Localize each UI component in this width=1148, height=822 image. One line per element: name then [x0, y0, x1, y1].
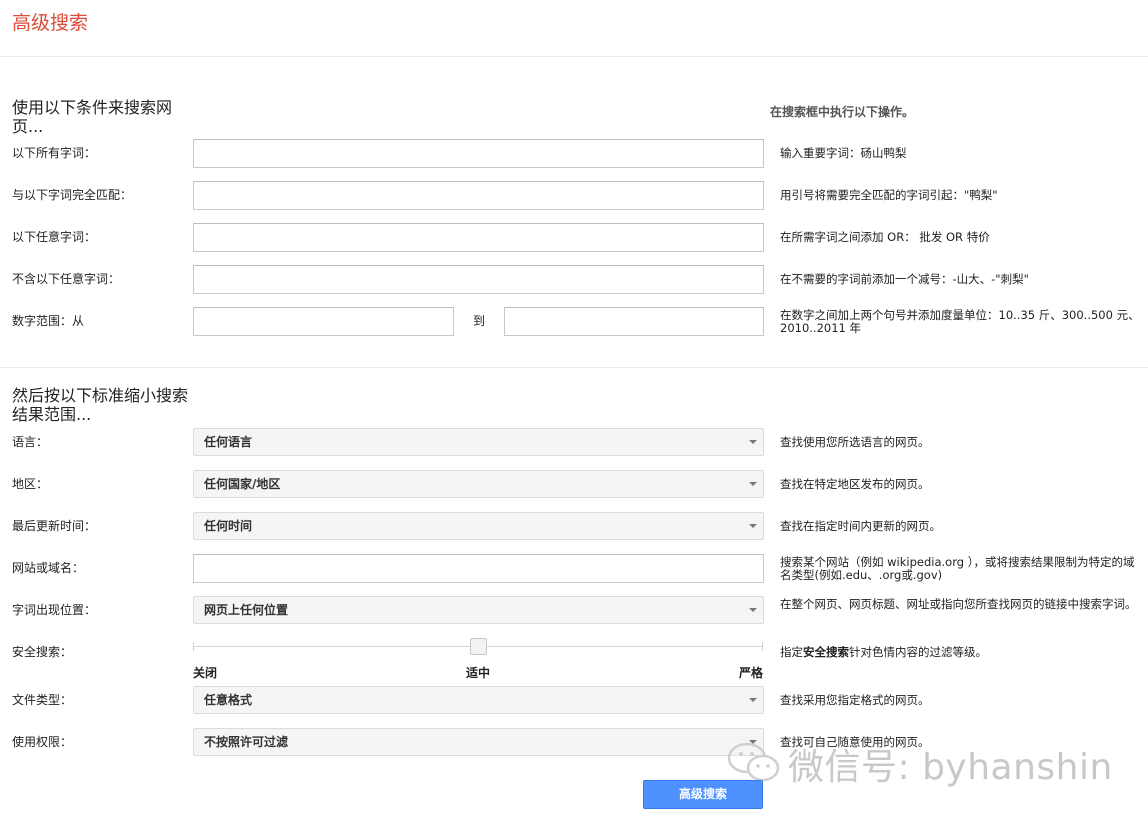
- terms-position-select[interactable]: 网页上任何位置: [193, 596, 764, 624]
- last-update-hint: 查找在指定时间内更新的网页。: [780, 519, 941, 533]
- chevron-down-icon: [749, 698, 757, 702]
- watermark-text: 微信号: byhanshin: [788, 747, 1113, 788]
- number-range-label: 数字范围：从: [12, 314, 85, 328]
- usage-rights-label: 使用权限：: [12, 735, 73, 749]
- range-from-input[interactable]: [193, 307, 454, 336]
- file-type-label: 文件类型：: [12, 693, 73, 707]
- any-words-hint: 在所需字词之间添加 OR： 批发 OR 特价: [780, 230, 990, 244]
- section-heading-narrow: 然后按以下标准缩小搜索结果范围...: [12, 386, 189, 424]
- advanced-search-button[interactable]: 高级搜索: [643, 780, 763, 809]
- file-type-selected-value: 任意格式: [204, 693, 253, 707]
- terms-position-hint: 在整个网页、网页标题、网址或指向您所查找网页的链接中搜索字词。: [780, 597, 1137, 611]
- usage-rights-selected-value: 不按照许可过滤: [204, 735, 289, 749]
- chevron-down-icon: [749, 440, 757, 444]
- file-type-hint: 查找采用您指定格式的网页。: [780, 693, 930, 707]
- last-update-label: 最后更新时间：: [12, 519, 97, 533]
- chevron-down-icon: [749, 608, 757, 612]
- section-heading-criteria: 使用以下条件来搜索网页...: [12, 98, 173, 136]
- header-divider: [0, 56, 1148, 57]
- section-divider: [0, 367, 1148, 368]
- range-to-input[interactable]: [504, 307, 764, 336]
- site-label: 网站或域名：: [12, 561, 85, 575]
- last-update-select[interactable]: 任何时间: [193, 512, 764, 540]
- page-title: 高级搜索: [12, 12, 89, 34]
- slider-stop-strict: 严格: [739, 666, 764, 680]
- number-range-hint: 在数字之间加上两个句号并添加度量单位：10..35 斤、300..500 元、2…: [780, 308, 1140, 335]
- exact-phrase-input[interactable]: [193, 181, 764, 210]
- terms-position-label: 字词出现位置：: [12, 603, 97, 617]
- range-to-label: 到: [473, 314, 486, 328]
- chevron-down-icon: [749, 482, 757, 486]
- none-words-hint: 在不需要的字词前添加一个减号：-山大、-"刺梨": [780, 272, 1029, 286]
- any-words-input[interactable]: [193, 223, 764, 252]
- slider-tick: [193, 642, 194, 651]
- region-hint: 查找在特定地区发布的网页。: [780, 477, 930, 491]
- terms-position-selected-value: 网页上任何位置: [204, 603, 289, 617]
- exact-phrase-label: 与以下字词完全匹配：: [12, 188, 133, 202]
- region-selected-value: 任何国家/地区: [204, 477, 281, 491]
- chevron-down-icon: [749, 524, 757, 528]
- language-label: 语言：: [12, 435, 49, 449]
- region-select[interactable]: 任何国家/地区: [193, 470, 764, 498]
- slider-stop-moderate: 适中: [466, 666, 491, 680]
- hint-heading: 在搜索框中执行以下操作。: [770, 105, 915, 119]
- any-words-label: 以下任意字词：: [12, 230, 97, 244]
- file-type-select[interactable]: 任意格式: [193, 686, 764, 714]
- language-select[interactable]: 任何语言: [193, 428, 764, 456]
- slider-stop-off: 关闭: [193, 666, 218, 680]
- language-selected-value: 任何语言: [204, 435, 253, 449]
- slider-tick: [762, 642, 763, 651]
- safe-search-slider-thumb[interactable]: [469, 638, 487, 655]
- site-hint: 搜索某个网站（例如 wikipedia.org ），或将搜索结果限制为特定的域名…: [780, 555, 1135, 582]
- safe-search-label: 安全搜索：: [12, 645, 73, 659]
- none-words-input[interactable]: [193, 265, 764, 294]
- all-words-input[interactable]: [193, 139, 764, 168]
- language-hint: 查找使用您所选语言的网页。: [780, 435, 930, 449]
- none-words-label: 不含以下任意字词：: [12, 272, 121, 286]
- all-words-label: 以下所有字词：: [12, 146, 97, 160]
- last-update-selected-value: 任何时间: [204, 519, 253, 533]
- safe-search-link[interactable]: 安全搜索: [803, 645, 849, 659]
- region-label: 地区：: [12, 477, 49, 491]
- safe-search-hint: 指定安全搜索针对色情内容的过滤等级。: [780, 638, 1140, 666]
- usage-rights-select[interactable]: 不按照许可过滤: [193, 728, 764, 756]
- site-input[interactable]: [193, 554, 764, 583]
- wechat-logo-icon: [727, 742, 780, 782]
- safe-search-hint-pre: 指定: [780, 645, 803, 659]
- exact-phrase-hint: 用引号将需要完全匹配的字词引起："鸭梨": [780, 188, 998, 202]
- all-words-hint: 输入重要字词：砀山鸭梨: [780, 146, 907, 160]
- safe-search-hint-post: 针对色情内容的过滤等级。: [849, 645, 987, 659]
